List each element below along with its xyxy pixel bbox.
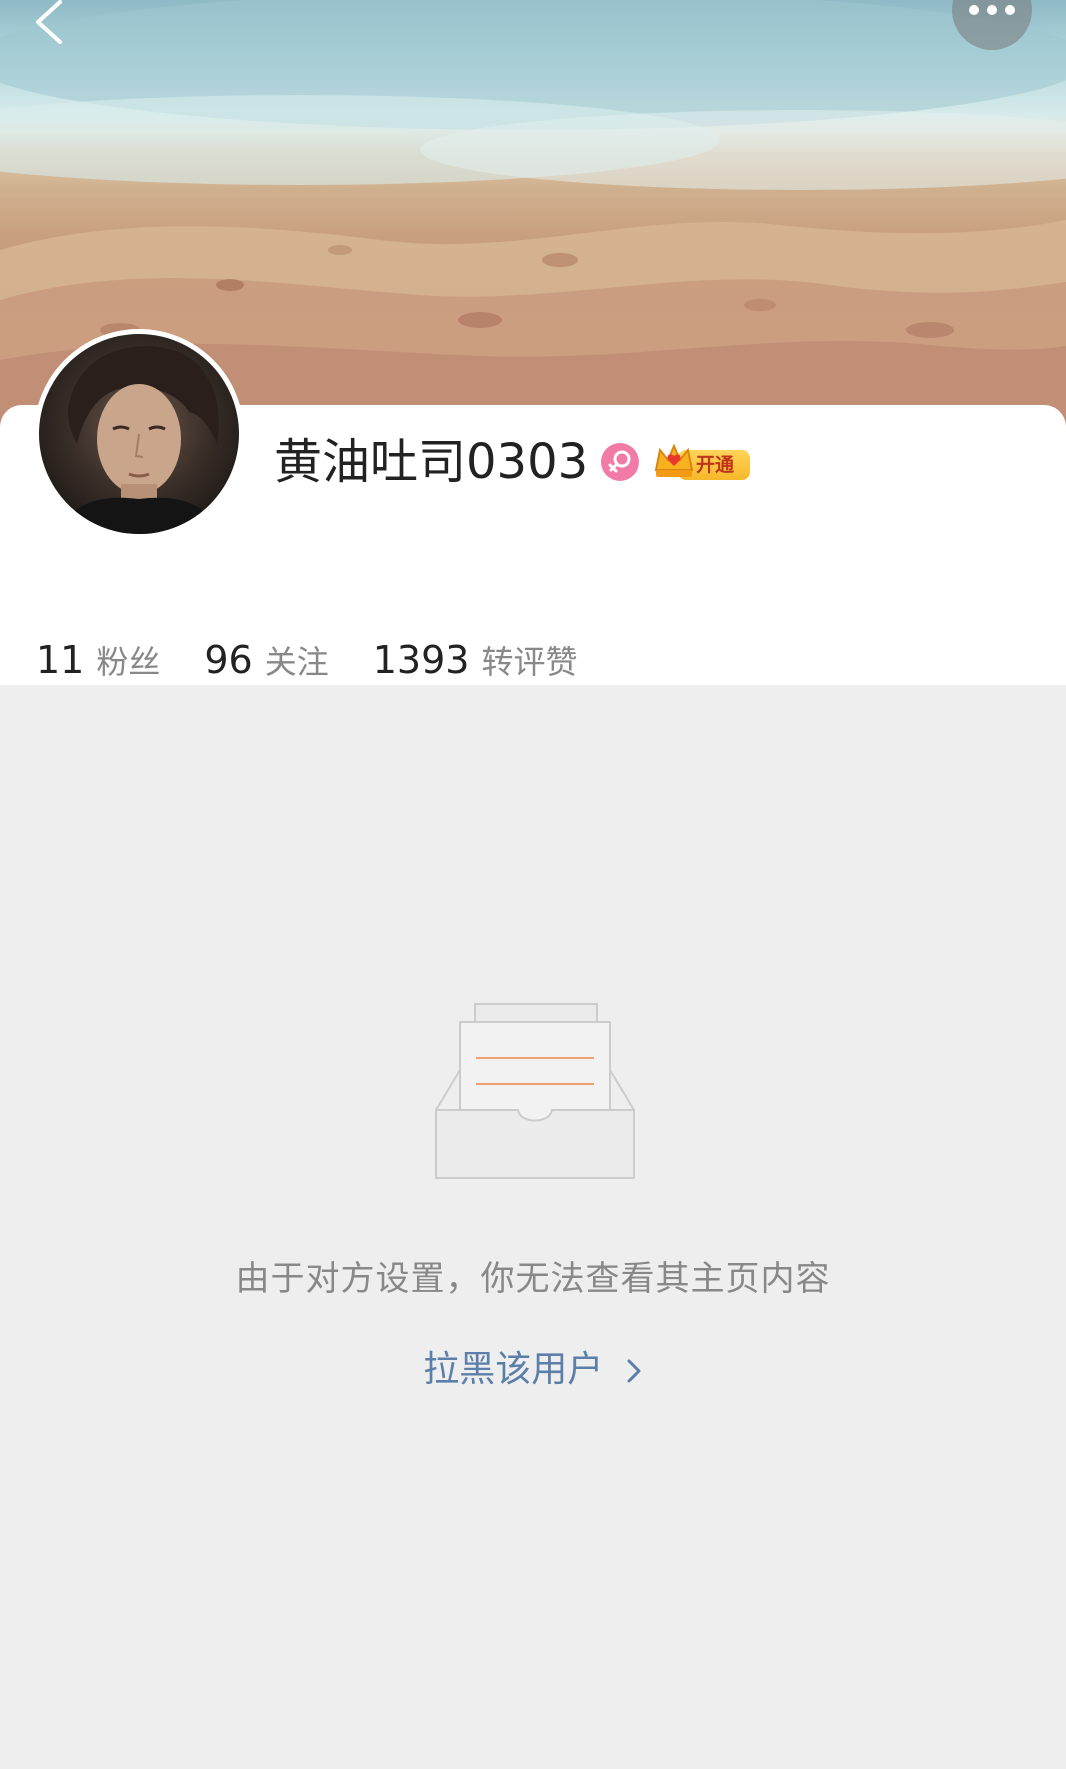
stat-value: 1393 bbox=[372, 638, 470, 682]
block-user-label: 拉黑该用户 bbox=[423, 1349, 604, 1390]
profile-stats: 11 粉丝 96 关注 1393 转评赞 bbox=[36, 636, 621, 686]
profile-page: 黄油吐司0303 开通 11 粉丝 96 关注 1393 转评赞 由于对方设置，… bbox=[0, 0, 1066, 1769]
chevron-right-icon bbox=[627, 1359, 641, 1383]
block-user-link[interactable]: 拉黑该用户 bbox=[0, 1345, 1066, 1395]
stat-label: 转评赞 bbox=[481, 643, 578, 681]
stat-interactions[interactable]: 1393 转评赞 bbox=[373, 636, 578, 686]
female-icon bbox=[601, 443, 639, 481]
crown-icon bbox=[654, 443, 694, 477]
username: 黄油吐司0303 bbox=[274, 434, 589, 490]
empty-inbox-icon bbox=[435, 1003, 635, 1179]
stat-value: 96 bbox=[204, 638, 253, 682]
more-options-button[interactable] bbox=[952, 0, 1032, 50]
back-button[interactable] bbox=[22, 0, 82, 48]
more-horizontal-icon bbox=[969, 5, 1015, 15]
chevron-left-icon bbox=[36, 0, 62, 44]
empty-state-message: 由于对方设置，你无法查看其主页内容 bbox=[235, 1259, 831, 1299]
avatar[interactable] bbox=[34, 329, 244, 539]
stat-followers[interactable]: 11 粉丝 bbox=[36, 636, 160, 686]
stat-following[interactable]: 96 关注 bbox=[204, 636, 328, 686]
vip-label: 开通 bbox=[696, 454, 735, 476]
stat-value: 11 bbox=[36, 638, 85, 682]
avatar-image bbox=[39, 334, 239, 534]
vip-open-badge[interactable]: 开通 bbox=[652, 440, 752, 484]
stat-label: 关注 bbox=[264, 643, 329, 681]
stat-label: 粉丝 bbox=[96, 643, 161, 681]
